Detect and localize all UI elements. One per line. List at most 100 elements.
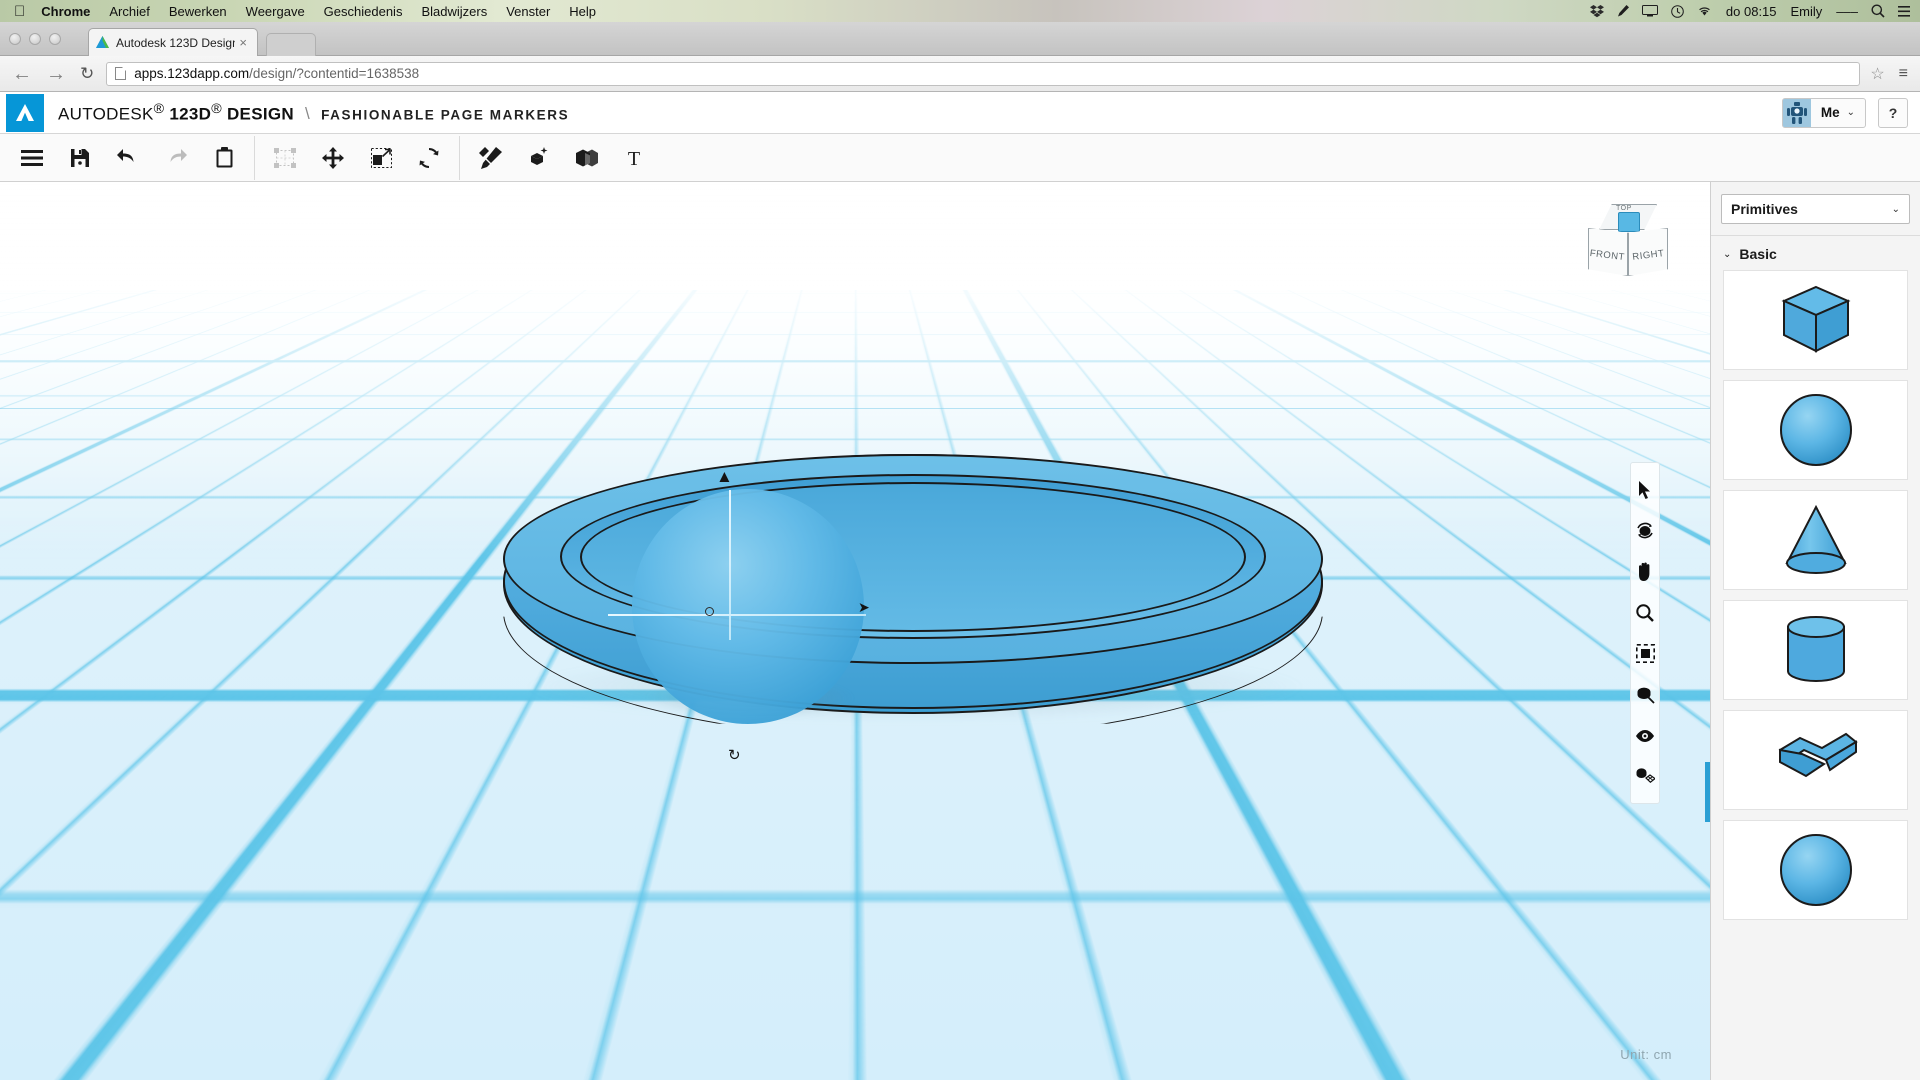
redo-button[interactable] [152, 136, 200, 180]
primitives-panel: Primitives ⌄ ⌄ Basic [1710, 182, 1920, 1080]
nav-zoom-object-tool[interactable] [1630, 674, 1660, 715]
chevron-down-icon: ⌄ [1723, 248, 1732, 260]
category-select-value: Primitives [1731, 201, 1798, 217]
help-button[interactable]: ? [1878, 97, 1908, 128]
forward-button[interactable]: → [46, 64, 66, 84]
chevron-down-icon: ⌄ [1891, 203, 1900, 215]
category-select[interactable]: Primitives ⌄ [1721, 194, 1910, 224]
menu-item-venster[interactable]: Venster [506, 4, 550, 19]
panel-section-basic[interactable]: ⌄ Basic [1711, 236, 1920, 270]
chevron-down-icon: ⌄ [1846, 107, 1855, 118]
display-icon[interactable] [1641, 5, 1658, 17]
clock-icon[interactable] [1671, 4, 1684, 18]
wifi-icon[interactable] [1697, 5, 1712, 17]
save-button[interactable] [56, 136, 104, 180]
svg-text:T: T [628, 148, 640, 168]
url-path: /design/?contentid=1638538 [249, 66, 420, 81]
menu-item-chrome[interactable]: Chrome [41, 4, 90, 19]
brand-reg-2: ® [211, 100, 222, 117]
menubar-user[interactable]: Emily [1791, 4, 1823, 19]
maximize-window-button[interactable] [49, 33, 61, 45]
nav-fit-tool[interactable] [1630, 633, 1660, 674]
bookmark-star-icon[interactable]: ☆ [1870, 64, 1884, 84]
workspace: ▲ ➤ ↻ TOP FRONT RIGHT Unit: cm Primitive… [0, 182, 1920, 1080]
primitive-wedge[interactable] [1723, 710, 1908, 810]
pen-icon[interactable] [1617, 4, 1629, 18]
browser-tab-title: Autodesk 123D Design [116, 35, 236, 50]
autodesk-favicon-icon [95, 35, 110, 50]
undo-button[interactable] [104, 136, 152, 180]
new-tab-button[interactable] [266, 33, 316, 56]
page-title: AUTODESK® 123D® DESIGN \ FASHIONABLE PAG… [58, 101, 569, 125]
browser-tab-strip: Autodesk 123D Design × [0, 22, 1920, 56]
nav-snap-tool[interactable] [1630, 756, 1660, 797]
navigation-toolbar [1630, 462, 1660, 804]
minimize-window-button[interactable] [29, 33, 41, 45]
menubar-time[interactable]: do 08:15 [1726, 4, 1777, 19]
scale-tool-button[interactable] [357, 136, 405, 180]
construct-tool-button[interactable] [514, 136, 562, 180]
account-label: Me [1820, 105, 1840, 120]
primitive-cylinder[interactable] [1723, 600, 1908, 700]
window-controls[interactable] [9, 33, 61, 45]
primitive-box[interactable] [1723, 270, 1908, 370]
panel-section-label: Basic [1739, 246, 1777, 262]
nav-zoom-tool[interactable] [1630, 592, 1660, 633]
combine-tool-button[interactable] [562, 136, 610, 180]
design-canvas[interactable]: ▲ ➤ ↻ TOP FRONT RIGHT Unit: cm [0, 182, 1710, 1080]
main-toolbar: T [0, 134, 1920, 182]
browser-url-bar: ← → ↻ apps.123dapp.com /design/?contenti… [0, 56, 1920, 92]
menu-item-bladwijzers[interactable]: Bladwijzers [421, 4, 487, 19]
back-button[interactable]: ← [12, 64, 32, 84]
view-cube-front-face[interactable]: FRONT [1588, 228, 1628, 276]
dropbox-icon[interactable] [1589, 4, 1604, 18]
primitive-sphere[interactable] [1723, 380, 1908, 480]
primitive-cone[interactable] [1723, 490, 1908, 590]
rotate-tool-button[interactable] [405, 136, 453, 180]
move-tool-button[interactable] [309, 136, 357, 180]
document-name: FASHIONABLE PAGE MARKERS [321, 107, 570, 123]
close-tab-button[interactable]: × [235, 35, 251, 50]
paste-button[interactable] [200, 136, 248, 180]
nav-select-tool[interactable] [1630, 469, 1660, 510]
page-info-icon[interactable] [115, 67, 127, 80]
brand-reg-1: ® [153, 100, 165, 117]
nav-visibility-tool[interactable] [1630, 715, 1660, 756]
menu-item-help[interactable]: Help [569, 4, 596, 19]
brand-autodesk: AUTODESK [58, 104, 154, 124]
view-cube-home-button[interactable] [1618, 212, 1640, 232]
toolbar-divider [459, 135, 460, 180]
horizon-line [0, 408, 1710, 410]
url-host: apps.123dapp.com [134, 66, 250, 81]
app-header: AUTODESK® 123D® DESIGN \ FASHIONABLE PAG… [0, 92, 1920, 134]
nav-pan-tool[interactable] [1630, 551, 1660, 592]
menu-item-geschiedenis[interactable]: Geschiedenis [324, 4, 403, 19]
primitive-torus[interactable] [1723, 820, 1908, 920]
select-tool-button[interactable] [261, 136, 309, 180]
chrome-menu-icon[interactable]: ≡ [1899, 65, 1908, 83]
nav-orbit-tool[interactable] [1630, 510, 1660, 551]
address-input[interactable]: apps.123dapp.com /design/?contentid=1638… [106, 61, 1861, 86]
search-icon[interactable] [1871, 4, 1885, 18]
account-menu-button[interactable]: Me ⌄ [1781, 97, 1866, 128]
toolbar-divider [254, 135, 255, 180]
menu-item-archief[interactable]: Archief [109, 4, 149, 19]
text-tool-button[interactable]: T [610, 136, 658, 180]
apple-icon[interactable]:  [14, 4, 25, 19]
menubar-ellipsis: ––– [1836, 3, 1858, 19]
reload-button[interactable]: ↻ [80, 65, 94, 82]
brand-design: DESIGN [226, 104, 294, 124]
grid-plane [0, 182, 1710, 290]
unit-value: cm [1653, 1047, 1672, 1062]
view-cube[interactable]: TOP FRONT RIGHT [1588, 204, 1670, 284]
view-cube-right-face[interactable]: RIGHT [1628, 228, 1668, 276]
sketch-tool-button[interactable] [466, 136, 514, 180]
notification-center-icon[interactable] [1898, 5, 1910, 18]
menu-item-bewerken[interactable]: Bewerken [169, 4, 227, 19]
main-menu-button[interactable] [8, 136, 56, 180]
close-window-button[interactable] [9, 33, 21, 45]
unit-label: Unit: cm [1620, 1047, 1672, 1062]
browser-tab[interactable]: Autodesk 123D Design × [88, 28, 258, 56]
menu-item-weergave[interactable]: Weergave [246, 4, 305, 19]
grid-floor [0, 182, 1710, 1080]
